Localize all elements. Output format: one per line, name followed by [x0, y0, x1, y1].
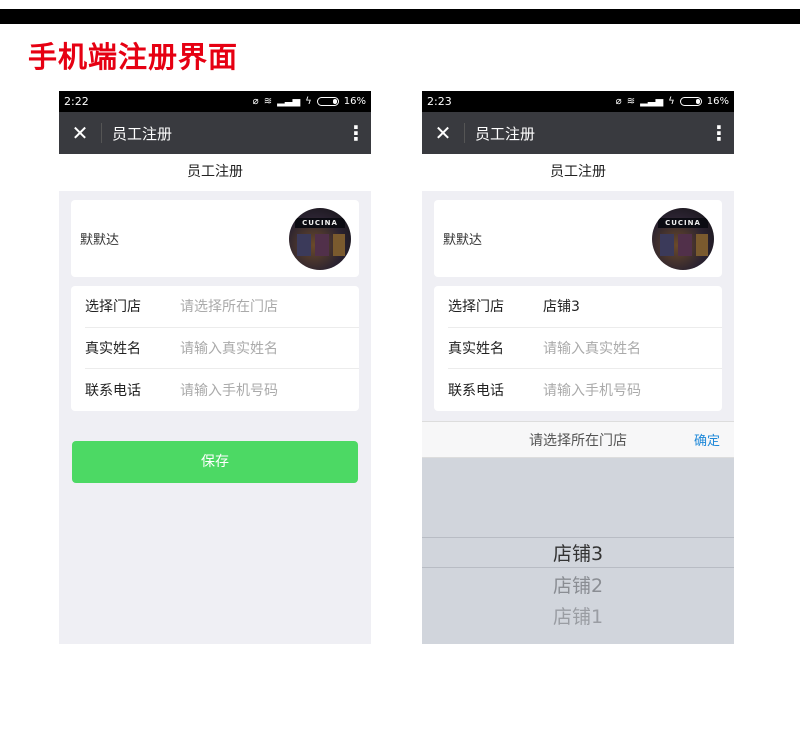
picker-title: 请选择所在门店 — [529, 432, 627, 449]
phone-label: 联系电话 — [448, 382, 504, 399]
phone-screen-right: 2:23 ⌀ ≋ ▂▃▅ ϟ 16% ✕ 员工注册 ⋮ 员工注册 默默达 CUC… — [422, 91, 734, 644]
mute-icon: ⌀ — [252, 96, 259, 107]
name-label: 真实姓名 — [448, 340, 504, 357]
picker-toolbar: 请选择所在门店 确定 — [422, 421, 734, 458]
more-icon[interactable]: ⋮ — [341, 121, 371, 145]
sub-header: 员工注册 — [59, 154, 371, 191]
battery-icon — [679, 97, 702, 106]
name-input[interactable]: 请输入真实姓名 — [543, 338, 641, 358]
store-select[interactable]: 店铺3 — [543, 296, 580, 316]
sub-header: 员工注册 — [422, 154, 734, 191]
phone-label: 联系电话 — [85, 382, 141, 399]
status-icons: ⌀ ≋ ▂▃▅ ϟ 16% — [616, 96, 729, 107]
name-row[interactable]: 真实姓名 请输入真实姓名 — [448, 328, 722, 369]
status-time: 2:23 — [427, 95, 452, 108]
store-label: 选择门店 — [448, 299, 504, 316]
wifi-icon: ≋ — [263, 96, 273, 107]
close-icon[interactable]: ✕ — [422, 121, 464, 145]
user-name: 默默达 — [80, 233, 120, 248]
nav-divider — [464, 123, 465, 143]
picker-selection-line-top — [422, 537, 734, 538]
nav-title: 员工注册 — [475, 124, 536, 143]
battery-icon — [316, 97, 339, 106]
battery-level: 16% — [706, 96, 729, 107]
phone-input[interactable]: 请输入手机号码 — [543, 380, 641, 400]
nav-bar: ✕ 员工注册 ⋮ — [59, 112, 371, 154]
signal-icon: ▂▃▅ — [640, 96, 664, 107]
phone-row[interactable]: 联系电话 请输入手机号码 — [85, 369, 359, 411]
status-bar: 2:22 ⌀ ≋ ▂▃▅ ϟ 16% — [59, 91, 371, 112]
battery-level: 16% — [343, 96, 366, 107]
nav-divider — [101, 123, 102, 143]
phone-screen-left: 2:22 ⌀ ≋ ▂▃▅ ϟ 16% ✕ 员工注册 ⋮ 员工注册 默默达 CUC… — [59, 91, 371, 644]
avatar-sign: CUCINA — [295, 217, 345, 228]
page-title: 手机端注册界面 — [28, 40, 239, 74]
top-black-bar — [0, 9, 800, 24]
signal-icon: ▂▃▅ — [277, 96, 301, 107]
picker-option[interactable]: 店铺1 — [422, 602, 734, 629]
close-icon[interactable]: ✕ — [59, 121, 101, 145]
store-select[interactable]: 请选择所在门店 — [180, 296, 278, 316]
store-picker-wheel[interactable]: 店铺3 店铺2 店铺1 — [422, 458, 734, 644]
name-label: 真实姓名 — [85, 340, 141, 357]
save-button[interactable]: 保存 — [72, 440, 358, 483]
picker-option[interactable]: 店铺2 — [422, 571, 734, 598]
mute-icon: ⌀ — [615, 96, 622, 107]
nav-bar: ✕ 员工注册 ⋮ — [422, 112, 734, 154]
store-select-row[interactable]: 选择门店 请选择所在门店 — [85, 286, 359, 328]
user-card: 默默达 CUCINA — [71, 200, 359, 277]
picker-option[interactable]: 店铺3 — [422, 539, 734, 566]
user-card: 默默达 CUCINA — [434, 200, 722, 277]
more-icon[interactable]: ⋮ — [704, 121, 734, 145]
charging-icon: ϟ — [305, 96, 312, 107]
avatar: CUCINA — [289, 207, 351, 270]
avatar: CUCINA — [652, 207, 714, 270]
confirm-button[interactable]: 确定 — [694, 430, 734, 449]
store-select-row[interactable]: 选择门店 店铺3 — [448, 286, 722, 328]
status-icons: ⌀ ≋ ▂▃▅ ϟ 16% — [253, 96, 366, 107]
nav-title: 员工注册 — [112, 124, 173, 143]
phone-row[interactable]: 联系电话 请输入手机号码 — [448, 369, 722, 411]
status-time: 2:22 — [64, 95, 89, 108]
wifi-icon: ≋ — [626, 96, 636, 107]
avatar-sign: CUCINA — [658, 217, 708, 228]
user-name: 默默达 — [443, 233, 483, 248]
name-input[interactable]: 请输入真实姓名 — [180, 338, 278, 358]
store-label: 选择门店 — [85, 299, 141, 316]
phone-input[interactable]: 请输入手机号码 — [180, 380, 278, 400]
name-row[interactable]: 真实姓名 请输入真实姓名 — [85, 328, 359, 369]
status-bar: 2:23 ⌀ ≋ ▂▃▅ ϟ 16% — [422, 91, 734, 112]
charging-icon: ϟ — [668, 96, 675, 107]
registration-form: 选择门店 请选择所在门店 真实姓名 请输入真实姓名 联系电话 请输入手机号码 — [71, 286, 359, 411]
picker-selection-line-bottom — [422, 567, 734, 568]
registration-form: 选择门店 店铺3 真实姓名 请输入真实姓名 联系电话 请输入手机号码 — [434, 286, 722, 411]
